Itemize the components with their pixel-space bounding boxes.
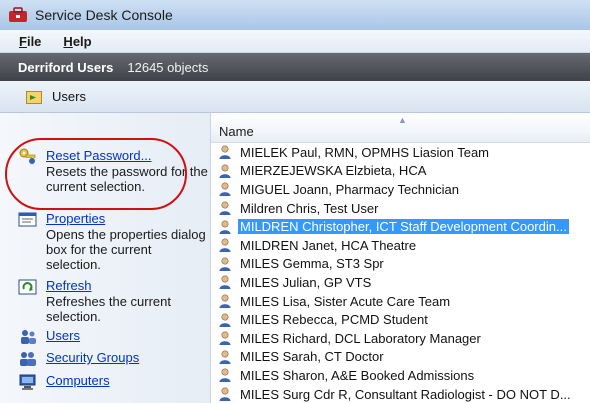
folder-icon: [26, 90, 42, 104]
user-row[interactable]: MIELEK Paul, RMN, OPMHS Liasion Team: [211, 143, 590, 162]
properties-description: Opens the properties dialog box for the …: [46, 227, 206, 272]
security-groups-link[interactable]: Security Groups: [46, 350, 139, 366]
user-name-cell: MILES Julian, GP VTS: [238, 275, 373, 290]
user-name: MILES Rebecca, PCMD Student: [240, 312, 428, 328]
user-row[interactable]: MILES Julian, GP VTS: [211, 273, 590, 292]
app-icon: [8, 7, 28, 23]
highlight-ring: [5, 138, 187, 210]
user-name: MIELEK Paul, RMN, OPMHS Liasion Team: [240, 144, 490, 160]
users-link[interactable]: Users: [46, 328, 80, 344]
user-name: MILES Richard, DCL Laboratory Manager: [240, 330, 481, 346]
user-icon: [217, 349, 233, 365]
user-name-cell: MIERZEJEWSKA Elzbieta, HCA: [238, 163, 428, 178]
user-name: MILES Sarah, CT Doctor: [240, 349, 384, 365]
user-icon: [217, 181, 233, 197]
user-name-cell: MILES Lisa, Sister Acute Care Team: [238, 294, 452, 309]
user-row[interactable]: MILES Sarah, CT Doctor: [211, 348, 590, 367]
user-name: MILES Surg Cdr R, Consultant Radiologist…: [240, 386, 571, 402]
user-name-cell: MILES Gemma, ST3 Spr: [238, 256, 386, 271]
location-bar: Users: [0, 81, 590, 113]
user-row[interactable]: MILES Rebecca, PCMD Student: [211, 310, 590, 329]
user-icon: [217, 367, 233, 383]
task-users[interactable]: Users: [18, 328, 208, 346]
security-groups-icon: [18, 350, 38, 368]
sort-ascending-icon: ▲: [398, 115, 407, 125]
menu-file[interactable]: File: [16, 33, 44, 50]
users-icon: [18, 328, 38, 346]
container-header: Derriford Users 12645 objects: [0, 53, 590, 81]
user-row[interactable]: MILES Gemma, ST3 Spr: [211, 255, 590, 274]
user-row[interactable]: Mildren Chris, Test User: [211, 199, 590, 218]
name-column-label: Name: [219, 124, 254, 139]
user-icon: [217, 256, 233, 272]
user-icon: [217, 386, 233, 402]
user-name-cell: MILES Sharon, A&E Booked Admissions: [238, 368, 476, 383]
user-icon: [217, 163, 233, 179]
computers-link[interactable]: Computers: [46, 373, 110, 389]
user-name: MILDREN Christopher, ICT Staff Developme…: [240, 219, 567, 235]
user-name-cell: MILES Richard, DCL Laboratory Manager: [238, 331, 483, 346]
user-name-cell: MILDREN Janet, HCA Theatre: [238, 238, 418, 253]
user-name: MILES Sharon, A&E Booked Admissions: [240, 367, 475, 383]
user-row[interactable]: MIGUEL Joann, Pharmacy Technician: [211, 180, 590, 199]
user-row[interactable]: MILES Sharon, A&E Booked Admissions: [211, 366, 590, 385]
user-name: MIGUEL Joann, Pharmacy Technician: [240, 181, 459, 197]
user-icon: [217, 293, 233, 309]
user-icon: [217, 330, 233, 346]
task-properties[interactable]: Properties Opens the properties dialog b…: [18, 211, 208, 272]
properties-link[interactable]: Properties: [46, 211, 208, 227]
task-refresh[interactable]: Refresh Refreshes the current selection.: [18, 278, 208, 324]
user-row[interactable]: MIERZEJEWSKA Elzbieta, HCA: [211, 162, 590, 181]
title-bar: Service Desk Console: [0, 0, 590, 30]
menu-help[interactable]: Help: [60, 33, 94, 50]
user-list-pane: ▲ Name MIELEK Paul, RMN, OPMHS Liasion T…: [210, 113, 590, 403]
task-computers[interactable]: Computers: [18, 373, 208, 391]
refresh-description: Refreshes the current selection.: [46, 294, 172, 324]
user-name: MILES Julian, GP VTS: [240, 274, 372, 290]
refresh-icon: [18, 278, 38, 296]
refresh-link[interactable]: Refresh: [46, 278, 208, 294]
user-name: MILDREN Janet, HCA Theatre: [240, 237, 417, 253]
location-label: Users: [52, 89, 86, 104]
user-name: MIERZEJEWSKA Elzbieta, HCA: [240, 163, 427, 179]
user-row[interactable]: MILES Lisa, Sister Acute Care Team: [211, 292, 590, 311]
user-name-cell: MILES Sarah, CT Doctor: [238, 349, 386, 364]
user-name-cell: MIELEK Paul, RMN, OPMHS Liasion Team: [238, 145, 491, 160]
user-row[interactable]: MILES Richard, DCL Laboratory Manager: [211, 329, 590, 348]
container-name: Derriford Users: [18, 59, 114, 75]
user-name: Mildren Chris, Test User: [240, 200, 379, 216]
user-icon: [217, 237, 233, 253]
menu-bar: File Help: [0, 30, 590, 53]
user-icon: [217, 219, 233, 235]
user-icon: [217, 200, 233, 216]
user-name-cell: MILES Surg Cdr R, Consultant Radiologist…: [238, 387, 573, 402]
user-row[interactable]: MILES Surg Cdr R, Consultant Radiologist…: [211, 385, 590, 403]
computers-icon: [18, 373, 38, 391]
name-column-header[interactable]: ▲ Name: [211, 113, 590, 143]
user-name: MILES Lisa, Sister Acute Care Team: [240, 293, 451, 309]
user-row[interactable]: MILDREN Christopher, ICT Staff Developme…: [211, 217, 590, 236]
window-title: Service Desk Console: [35, 7, 173, 23]
user-icon: [217, 274, 233, 290]
object-count: 12645 objects: [127, 59, 209, 75]
user-name: MILES Gemma, ST3 Spr: [240, 256, 384, 272]
user-name-cell: MILES Rebecca, PCMD Student: [238, 312, 430, 327]
properties-icon: [18, 211, 38, 229]
user-name-cell: Mildren Chris, Test User: [238, 201, 380, 216]
user-row[interactable]: MILDREN Janet, HCA Theatre: [211, 236, 590, 255]
user-list: MIELEK Paul, RMN, OPMHS Liasion Team MIER…: [211, 143, 590, 403]
user-name-cell: MIGUEL Joann, Pharmacy Technician: [238, 182, 461, 197]
user-icon: [217, 312, 233, 328]
tasks-pane: Reset Password... Resets the password fo…: [0, 113, 210, 403]
task-security-groups[interactable]: Security Groups: [18, 350, 208, 368]
user-icon: [217, 144, 233, 160]
user-name-cell: MILDREN Christopher, ICT Staff Developme…: [238, 219, 569, 235]
